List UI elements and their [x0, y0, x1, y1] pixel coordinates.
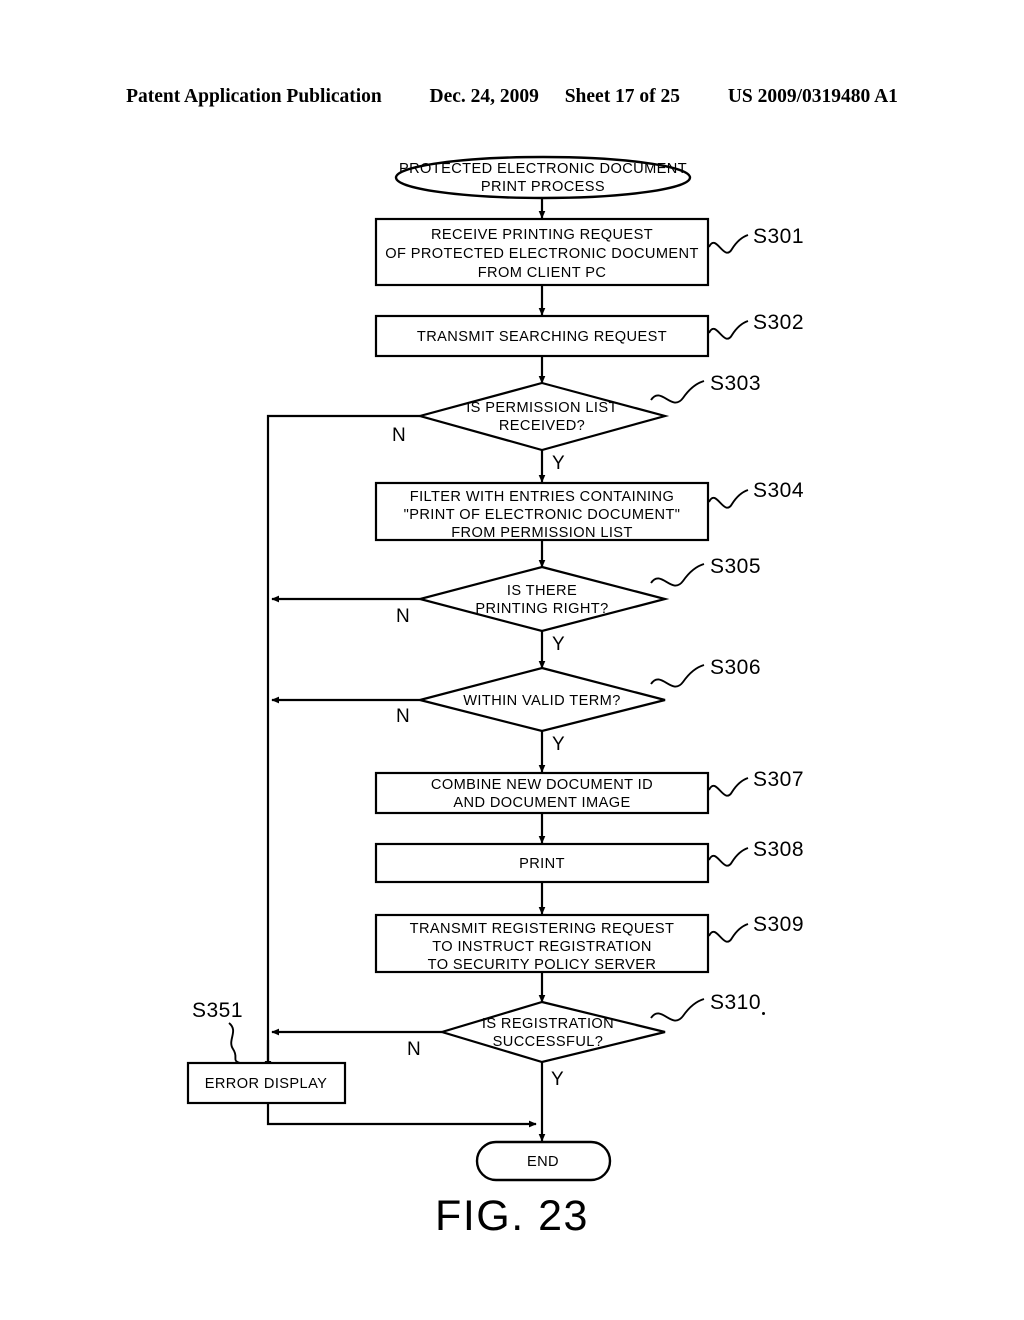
s303-ref-label: S303 [710, 372, 761, 395]
s301-line-1: RECEIVE PRINTING REQUEST [431, 227, 653, 243]
s309-ref-label: S309 [753, 913, 804, 936]
connector-error-display-to-end [266, 1103, 537, 1128]
end-label: END [527, 1154, 559, 1170]
step-s301: RECEIVE PRINTING REQUEST OF PROTECTED EL… [374, 217, 804, 287]
s305-yes-branch-label: Y [552, 634, 565, 655]
s310-ref-label: S310 [710, 991, 761, 1014]
s310-yes-branch-label: Y [551, 1069, 564, 1090]
step-s307: COMBINE NEW DOCUMENT ID AND DOCUMENT IMA… [374, 768, 804, 815]
s303-line-2: RECEIVED? [499, 418, 585, 434]
print-speck [762, 1012, 765, 1015]
s307-ref-label: S307 [753, 768, 804, 791]
s304-line-2: "PRINT OF ELECTRONIC DOCUMENT" [404, 507, 681, 523]
step-s302: TRANSMIT SEARCHING REQUEST S302 [374, 311, 804, 358]
start-terminator: PROTECTED ELECTRONIC DOCUMENT PRINT PROC… [394, 155, 692, 200]
s351-line-1: ERROR DISPLAY [205, 1076, 328, 1092]
step-s310: IS REGISTRATION SUCCESSFUL? Y N S310 [407, 991, 761, 1090]
step-s351: ERROR DISPLAY S351 [186, 999, 347, 1105]
s309-line-1: TRANSMIT REGISTERING REQUEST [410, 921, 675, 937]
step-s306: WITHIN VALID TERM? Y N S306 [396, 656, 761, 755]
step-s305: IS THERE PRINTING RIGHT? Y N S305 [396, 555, 761, 655]
s309-line-2: TO INSTRUCT REGISTRATION [432, 939, 652, 955]
step-s309: TRANSMIT REGISTERING REQUEST TO INSTRUCT… [374, 913, 804, 974]
s307-line-1: COMBINE NEW DOCUMENT ID [431, 777, 653, 793]
s304-ref-label: S304 [753, 479, 804, 502]
s308-ref-label: S308 [753, 838, 804, 861]
s301-line-3: FROM CLIENT PC [478, 265, 607, 281]
start-label-line-1: PROTECTED ELECTRONIC DOCUMENT [399, 161, 687, 177]
s306-line-1: WITHIN VALID TERM? [463, 693, 620, 709]
s310-line-2: SUCCESSFUL? [493, 1034, 604, 1050]
figure-caption: FIG. 23 [435, 1192, 589, 1240]
s307-line-2: AND DOCUMENT IMAGE [453, 795, 630, 811]
s310-line-1: IS REGISTRATION [482, 1016, 614, 1032]
step-s303: IS PERMISSION LIST RECEIVED? Y N S303 [392, 372, 761, 474]
s303-yes-branch-label: Y [552, 453, 565, 474]
s302-ref-label: S302 [753, 311, 804, 334]
s305-line-1: IS THERE [507, 583, 577, 599]
s305-ref-label: S305 [710, 555, 761, 578]
s351-ref-label: S351 [192, 999, 243, 1022]
s303-line-1: IS PERMISSION LIST [466, 400, 618, 416]
patent-figure-page: Patent Application Publication Dec. 24, … [0, 0, 1024, 1320]
s309-line-3: TO SECURITY POLICY SERVER [428, 957, 657, 973]
step-s304: FILTER WITH ENTRIES CONTAINING "PRINT OF… [374, 479, 804, 542]
s310-no-branch-label: N [407, 1039, 421, 1060]
start-label-line-2: PRINT PROCESS [481, 179, 605, 195]
flowchart-diagram: PROTECTED ELECTRONIC DOCUMENT PRINT PROC… [186, 155, 804, 1182]
s301-ref-label: S301 [753, 225, 804, 248]
s305-no-branch-label: N [396, 606, 410, 627]
end-terminator: END [475, 1140, 612, 1182]
step-s308: PRINT S308 [374, 838, 804, 884]
s301-line-2: OF PROTECTED ELECTRONIC DOCUMENT [385, 246, 699, 262]
s305-line-2: PRINTING RIGHT? [475, 601, 608, 617]
s306-ref-label: S306 [710, 656, 761, 679]
s302-line-1: TRANSMIT SEARCHING REQUEST [417, 329, 667, 345]
s304-line-1: FILTER WITH ENTRIES CONTAINING [410, 489, 674, 505]
s306-no-branch-label: N [396, 706, 410, 727]
s304-line-3: FROM PERMISSION LIST [451, 525, 633, 541]
s308-line-1: PRINT [519, 856, 565, 872]
s306-yes-branch-label: Y [552, 734, 565, 755]
s303-no-branch-label: N [392, 425, 406, 446]
